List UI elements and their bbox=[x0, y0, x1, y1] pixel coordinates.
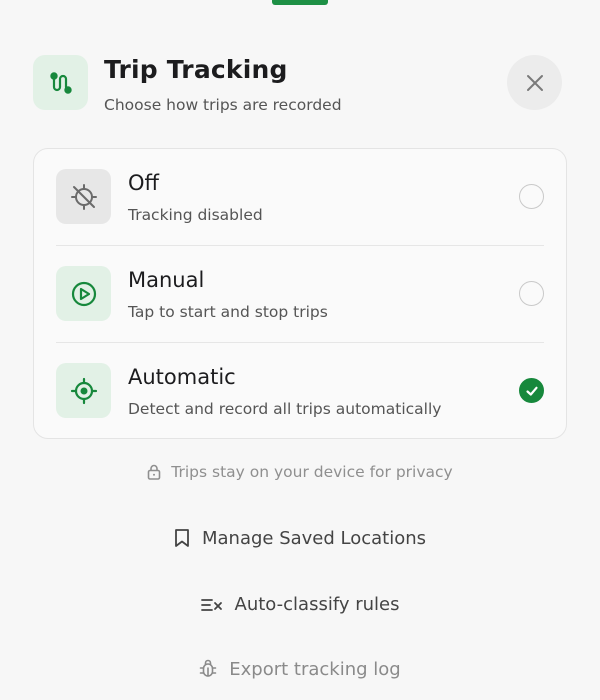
radio-automatic[interactable] bbox=[519, 378, 544, 403]
option-manual-description: Tap to start and stop trips bbox=[128, 303, 328, 321]
export-tracking-log-button[interactable]: Export tracking log bbox=[0, 659, 600, 680]
option-automatic-title: Automatic bbox=[128, 365, 236, 389]
privacy-note: Trips stay on your device for privacy bbox=[0, 463, 600, 484]
play-circle-icon bbox=[56, 266, 111, 321]
tracking-mode-card: Off Tracking disabled Manual Tap to star… bbox=[33, 148, 567, 439]
close-icon bbox=[526, 74, 543, 91]
list-check-icon bbox=[200, 599, 222, 611]
lock-icon bbox=[147, 464, 161, 484]
auto-classify-rules-label: Auto-classify rules bbox=[234, 594, 400, 615]
export-tracking-log-label: Export tracking log bbox=[229, 659, 401, 680]
header: Trip Tracking Choose how trips are recor… bbox=[33, 55, 562, 114]
option-manual[interactable]: Manual Tap to start and stop trips bbox=[56, 246, 544, 343]
bookmark-icon bbox=[175, 529, 189, 547]
option-automatic-description: Detect and record all trips automaticall… bbox=[128, 400, 442, 418]
bug-icon bbox=[199, 659, 217, 677]
manage-saved-locations-button[interactable]: Manage Saved Locations bbox=[0, 528, 600, 549]
radio-manual[interactable] bbox=[519, 281, 544, 306]
option-off-title: Off bbox=[128, 171, 159, 195]
manage-saved-locations-label: Manage Saved Locations bbox=[201, 528, 427, 549]
auto-classify-rules-button[interactable]: Auto-classify rules bbox=[0, 594, 600, 615]
location-off-icon bbox=[56, 169, 111, 224]
route-icon bbox=[33, 55, 88, 110]
page-subtitle: Choose how trips are recorded bbox=[104, 96, 342, 114]
option-off-description: Tracking disabled bbox=[128, 206, 263, 224]
option-automatic[interactable]: Automatic Detect and record all trips au… bbox=[56, 343, 544, 440]
close-button[interactable] bbox=[507, 55, 562, 110]
gps-target-icon bbox=[56, 363, 111, 418]
option-manual-title: Manual bbox=[128, 268, 205, 292]
page-title: Trip Tracking bbox=[104, 55, 288, 84]
radio-off[interactable] bbox=[519, 184, 544, 209]
sheet-grabber[interactable] bbox=[272, 0, 328, 5]
option-off[interactable]: Off Tracking disabled bbox=[56, 149, 544, 246]
privacy-note-text: Trips stay on your device for privacy bbox=[171, 463, 453, 481]
checkmark-icon bbox=[525, 386, 538, 396]
